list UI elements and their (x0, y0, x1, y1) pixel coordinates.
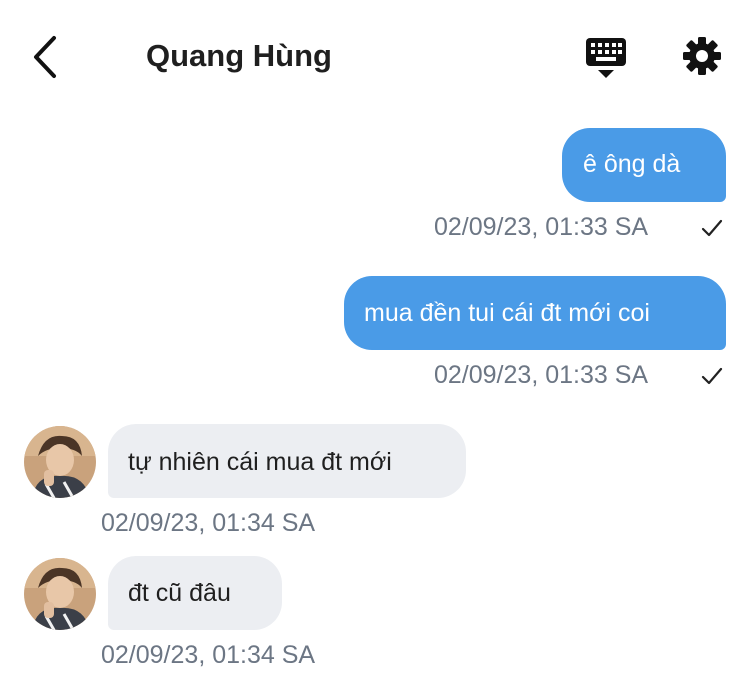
message-bubble-incoming[interactable]: đt cũ đâu (108, 556, 282, 630)
message-bubble-incoming[interactable]: tự nhiên cái mua đt mới (108, 424, 466, 498)
sent-check-icon (701, 367, 723, 385)
sent-check-icon (701, 219, 723, 237)
message-timestamp: 02/09/23, 01:34 SA (101, 641, 316, 669)
chat-header: Quang Hùng (0, 0, 750, 110)
back-button[interactable] (26, 34, 66, 80)
contact-name[interactable]: Quang Hùng (146, 36, 332, 76)
keyboard-icon (586, 38, 626, 78)
chevron-left-icon (34, 36, 56, 78)
message-timestamp: 02/09/23, 01:34 SA (101, 509, 316, 537)
message-bubble-outgoing[interactable]: ê ông dà (562, 128, 726, 202)
message-text: ê ông dà (583, 150, 681, 178)
message-timestamp: 02/09/23, 01:33 SA (434, 213, 649, 241)
avatar-photo (24, 426, 96, 498)
message-bubble-outgoing[interactable]: mua đền tui cái đt mới coi (344, 276, 726, 350)
settings-button[interactable] (682, 36, 722, 76)
contact-avatar[interactable] (24, 558, 96, 630)
message-text: mua đền tui cái đt mới coi (364, 299, 650, 327)
message-timestamp: 02/09/23, 01:33 SA (434, 361, 649, 389)
gear-icon (683, 37, 721, 75)
contact-avatar[interactable] (24, 426, 96, 498)
keyboard-button[interactable] (584, 36, 628, 80)
avatar-photo (24, 558, 96, 630)
message-text: đt cũ đâu (128, 579, 231, 607)
message-text: tự nhiên cái mua đt mới (128, 448, 392, 476)
